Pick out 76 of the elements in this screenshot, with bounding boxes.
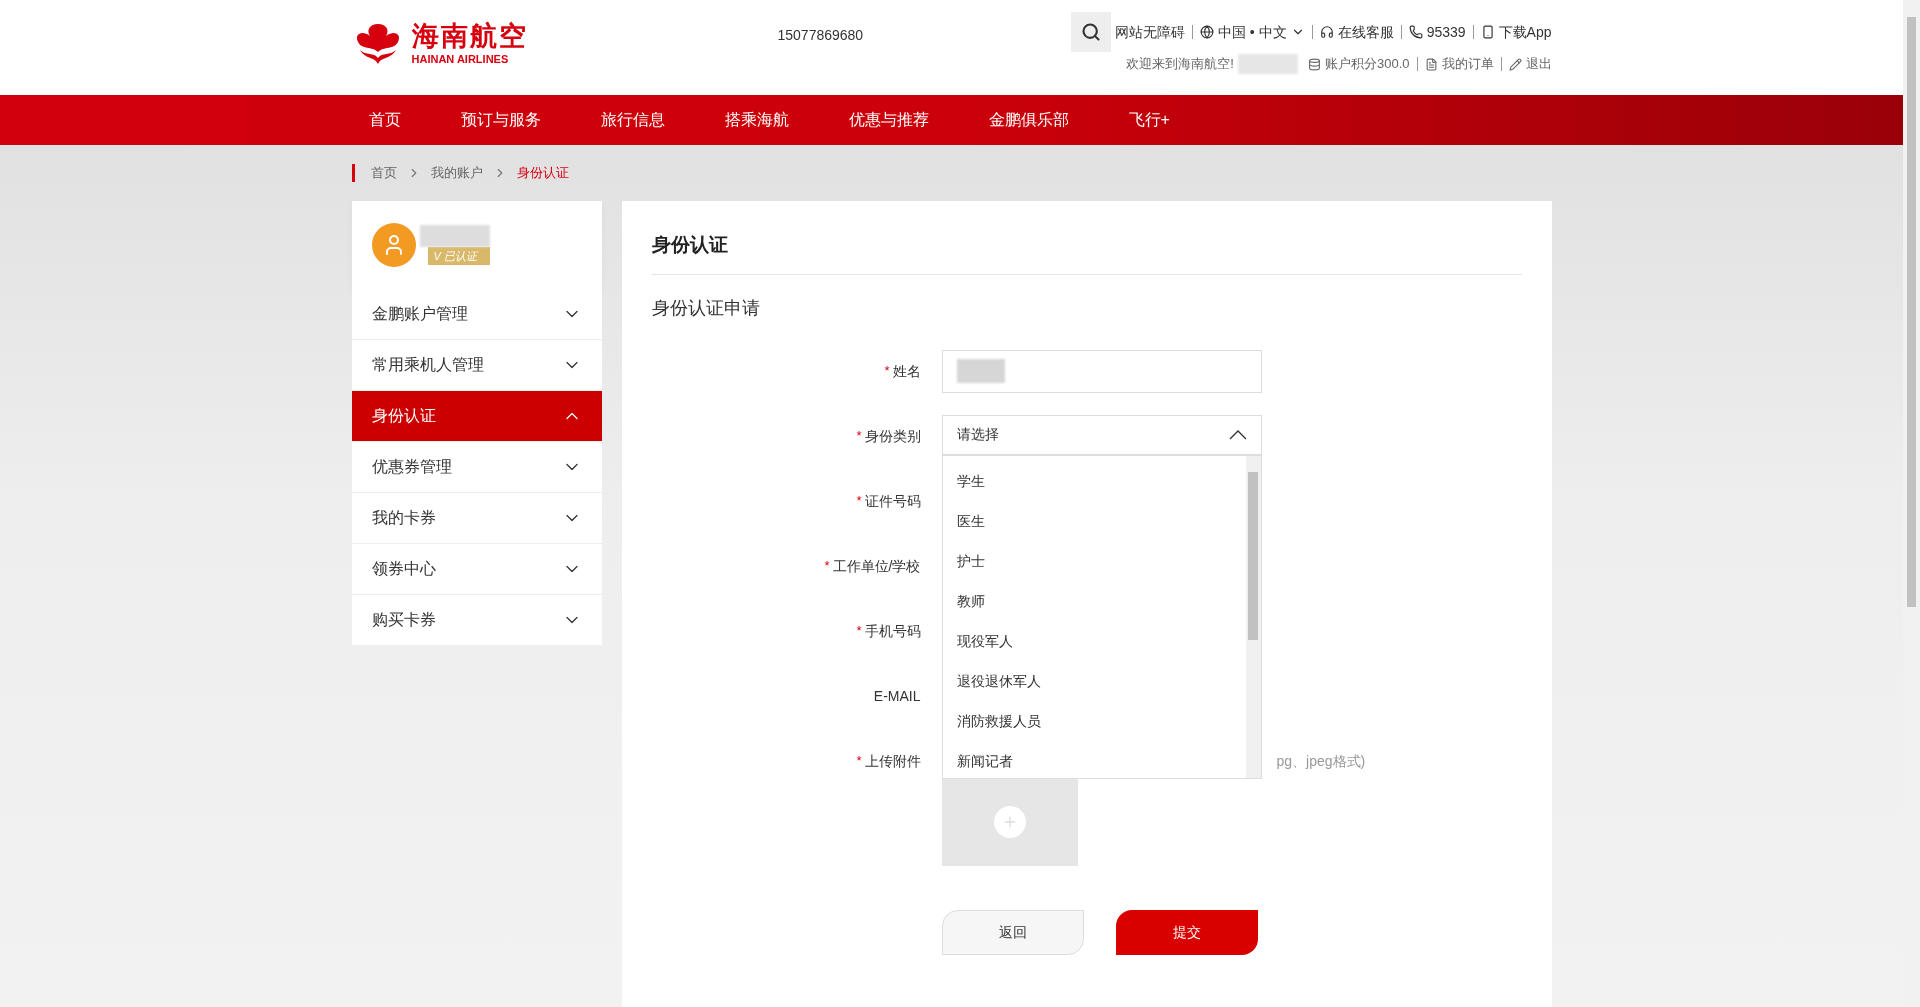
blurred-user-name	[419, 225, 490, 247]
submit-button[interactable]: 提交	[1115, 909, 1258, 955]
nav-link[interactable]: 首页	[368, 108, 401, 132]
blurred-name-value	[956, 359, 1005, 383]
account-link[interactable]: 退出	[1508, 54, 1552, 74]
search-button[interactable]	[1070, 12, 1111, 52]
upload-box[interactable]	[941, 777, 1078, 866]
dropdown-option[interactable]: 医生	[942, 501, 1246, 542]
phone-number: 15077869680	[777, 26, 864, 45]
back-button[interactable]: 返回	[941, 909, 1084, 955]
nav-link[interactable]: 搭乘海航	[724, 108, 789, 132]
breadcrumb-link[interactable]: 身份认证	[516, 163, 569, 183]
globe-icon	[1199, 25, 1214, 39]
panel-title: 身份认证	[651, 231, 1522, 275]
nav-link[interactable]: 预订与服务	[460, 108, 541, 132]
phone-icon	[1408, 25, 1423, 39]
field-label: 身份类别	[864, 426, 921, 446]
logo-subtitle: HAINAN AIRLINES	[411, 54, 510, 65]
nav-link[interactable]: 飞行+	[1128, 108, 1170, 132]
name-field[interactable]	[941, 349, 1262, 393]
required-mark: *	[856, 622, 862, 641]
chevron-up-icon	[1228, 429, 1247, 440]
account-link[interactable]: 我的订单	[1424, 54, 1494, 74]
avatar-icon	[371, 223, 416, 267]
required-mark: *	[884, 362, 890, 381]
required-mark: *	[856, 752, 862, 771]
plus-icon	[993, 805, 1026, 838]
sidebar-item[interactable]: 购买卡券	[351, 595, 602, 646]
field-label: E-MAIL	[873, 686, 921, 706]
breadcrumb-link[interactable]: 我的账户	[430, 163, 483, 183]
required-mark: *	[824, 557, 830, 576]
nav-link[interactable]: 金鹏俱乐部	[988, 108, 1069, 132]
page-scrollbar[interactable]	[1903, 0, 1920, 1007]
field-label: 证件号码	[864, 491, 921, 511]
dropdown-option[interactable]: 护士	[942, 541, 1246, 582]
header-link[interactable]: 网站无障碍	[1114, 21, 1185, 43]
nav-link[interactable]: 优惠与推荐	[848, 108, 929, 132]
upload-hint: pg、jpeg格式)	[1276, 751, 1366, 771]
dropdown-option[interactable]: 教师	[942, 581, 1246, 622]
sidebar-item[interactable]: 常用乘机人管理	[351, 340, 602, 391]
required-mark: *	[856, 492, 862, 511]
sidebar-item[interactable]: 身份认证	[351, 391, 602, 442]
select-field[interactable]: 请选择	[941, 414, 1262, 455]
mobile-phone-icon	[1480, 25, 1495, 39]
coins-icon	[1307, 57, 1321, 71]
header-link[interactable]: 在线客服	[1319, 21, 1394, 43]
sidebar-item[interactable]: 我的卡券	[351, 493, 602, 544]
field-label: 上传附件	[864, 751, 921, 771]
search-icon	[1080, 22, 1101, 42]
dropdown-option[interactable]: 现役军人	[942, 621, 1246, 662]
breadcrumb-link[interactable]: 首页	[370, 163, 397, 183]
dropdown-option[interactable]: 学生	[942, 461, 1246, 502]
sidebar-item[interactable]: 领券中心	[351, 544, 602, 595]
nav-link[interactable]: 旅行信息	[600, 108, 665, 132]
pencil-icon	[1508, 57, 1522, 71]
field-label: 手机号码	[864, 621, 921, 641]
dropdown-option[interactable]: 消防救援人员	[942, 701, 1246, 742]
dropdown-option[interactable]: 新闻记者	[942, 741, 1246, 782]
field-label: 工作单位/学校	[832, 556, 921, 576]
field-label: 姓名	[892, 361, 921, 381]
section-title: 身份认证申请	[651, 296, 761, 320]
dropdown-option[interactable]: 退役退休军人	[942, 661, 1246, 702]
logo-name: 海南航空	[411, 23, 528, 50]
document-icon	[1424, 57, 1438, 71]
welcome-text: 欢迎来到海南航空!	[1126, 55, 1234, 74]
sidebar-item[interactable]: 优惠券管理	[351, 442, 602, 493]
scrollbar[interactable]	[1245, 455, 1261, 778]
account-link[interactable]: 账户积分300.0	[1307, 54, 1410, 74]
blurred-user-name	[1237, 54, 1298, 74]
verified-badge: V 已认证	[427, 247, 490, 265]
header-link[interactable]: 中国 • 中文	[1199, 21, 1305, 43]
headset-icon	[1319, 25, 1334, 39]
required-mark: *	[856, 427, 862, 446]
header-link[interactable]: 95339	[1408, 21, 1466, 43]
sidebar-item[interactable]: 金鹏账户管理	[351, 289, 602, 340]
header-link[interactable]: 下载App	[1480, 21, 1552, 43]
